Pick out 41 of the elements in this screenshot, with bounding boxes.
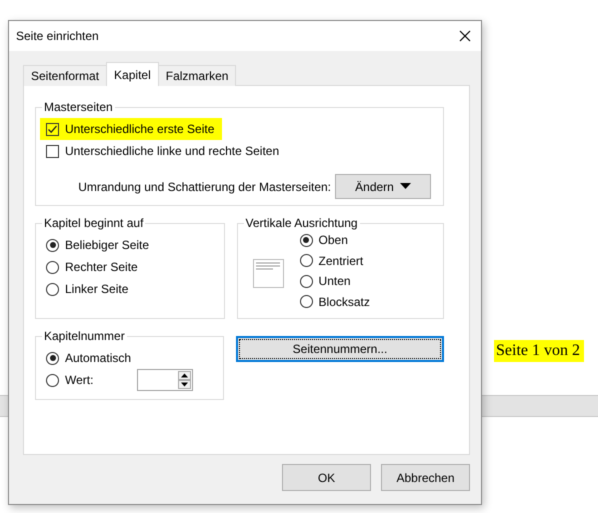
- checkbox-label: Unterschiedliche erste Seite: [65, 122, 214, 136]
- border-label: Umrandung und Schattierung der Masterseiten:: [78, 180, 331, 194]
- radio-label: Rechter Seite: [65, 260, 138, 274]
- tab[interactable]: Kapitel: [106, 62, 159, 86]
- radio-label: Zentriert: [318, 254, 364, 268]
- group-title: Kapitel beginnt auf: [43, 216, 144, 230]
- group-title: Masterseiten: [43, 100, 114, 114]
- cancel-button[interactable]: Abbrechen: [381, 464, 470, 491]
- radio-label: Beliebiger Seite: [65, 238, 150, 252]
- radio-label: Wert:: [65, 373, 94, 387]
- radio-label: Oben: [318, 233, 348, 248]
- group-title: Kapitelnummer: [43, 329, 126, 343]
- radio-button[interactable]: [300, 234, 313, 247]
- checkbox-label: Unterschiedliche linke und rechte Seiten: [65, 144, 280, 158]
- number-field[interactable]: [137, 369, 194, 391]
- radio-button[interactable]: [300, 254, 313, 268]
- ok-button[interactable]: OK: [282, 464, 371, 491]
- radio-label: Linker Seite: [65, 282, 128, 296]
- tab[interactable]: Falzmarken: [158, 65, 236, 86]
- change-button[interactable]: Ändern: [335, 174, 431, 199]
- radio-button[interactable]: [300, 274, 313, 288]
- tab[interactable]: Seitenformat: [23, 65, 108, 86]
- radio-button[interactable]: [46, 352, 59, 364]
- checkbox[interactable]: [46, 122, 59, 136]
- radio-button[interactable]: [46, 238, 59, 252]
- page-preview-icon: [252, 258, 284, 288]
- page-numbers-button[interactable]: Seitennummern...: [236, 336, 444, 362]
- window-title: Seite einrichten: [16, 29, 99, 43]
- checkbox[interactable]: [46, 144, 59, 158]
- group-title: Vertikale Ausrichtung: [244, 216, 359, 230]
- close-icon[interactable]: [459, 30, 471, 42]
- radio-label: Automatisch: [65, 351, 132, 365]
- radio-button[interactable]: [300, 295, 313, 308]
- radio-button[interactable]: [46, 260, 59, 274]
- page-count-text: Seite 1 von 2: [494, 340, 584, 362]
- dropdown-icon: [400, 183, 411, 190]
- spinner-arrows-icon[interactable]: [178, 371, 192, 389]
- radio-label: Unten: [318, 274, 351, 288]
- radio-button[interactable]: [46, 282, 59, 296]
- radio-button[interactable]: [46, 374, 59, 386]
- radio-label: Blocksatz: [318, 294, 370, 309]
